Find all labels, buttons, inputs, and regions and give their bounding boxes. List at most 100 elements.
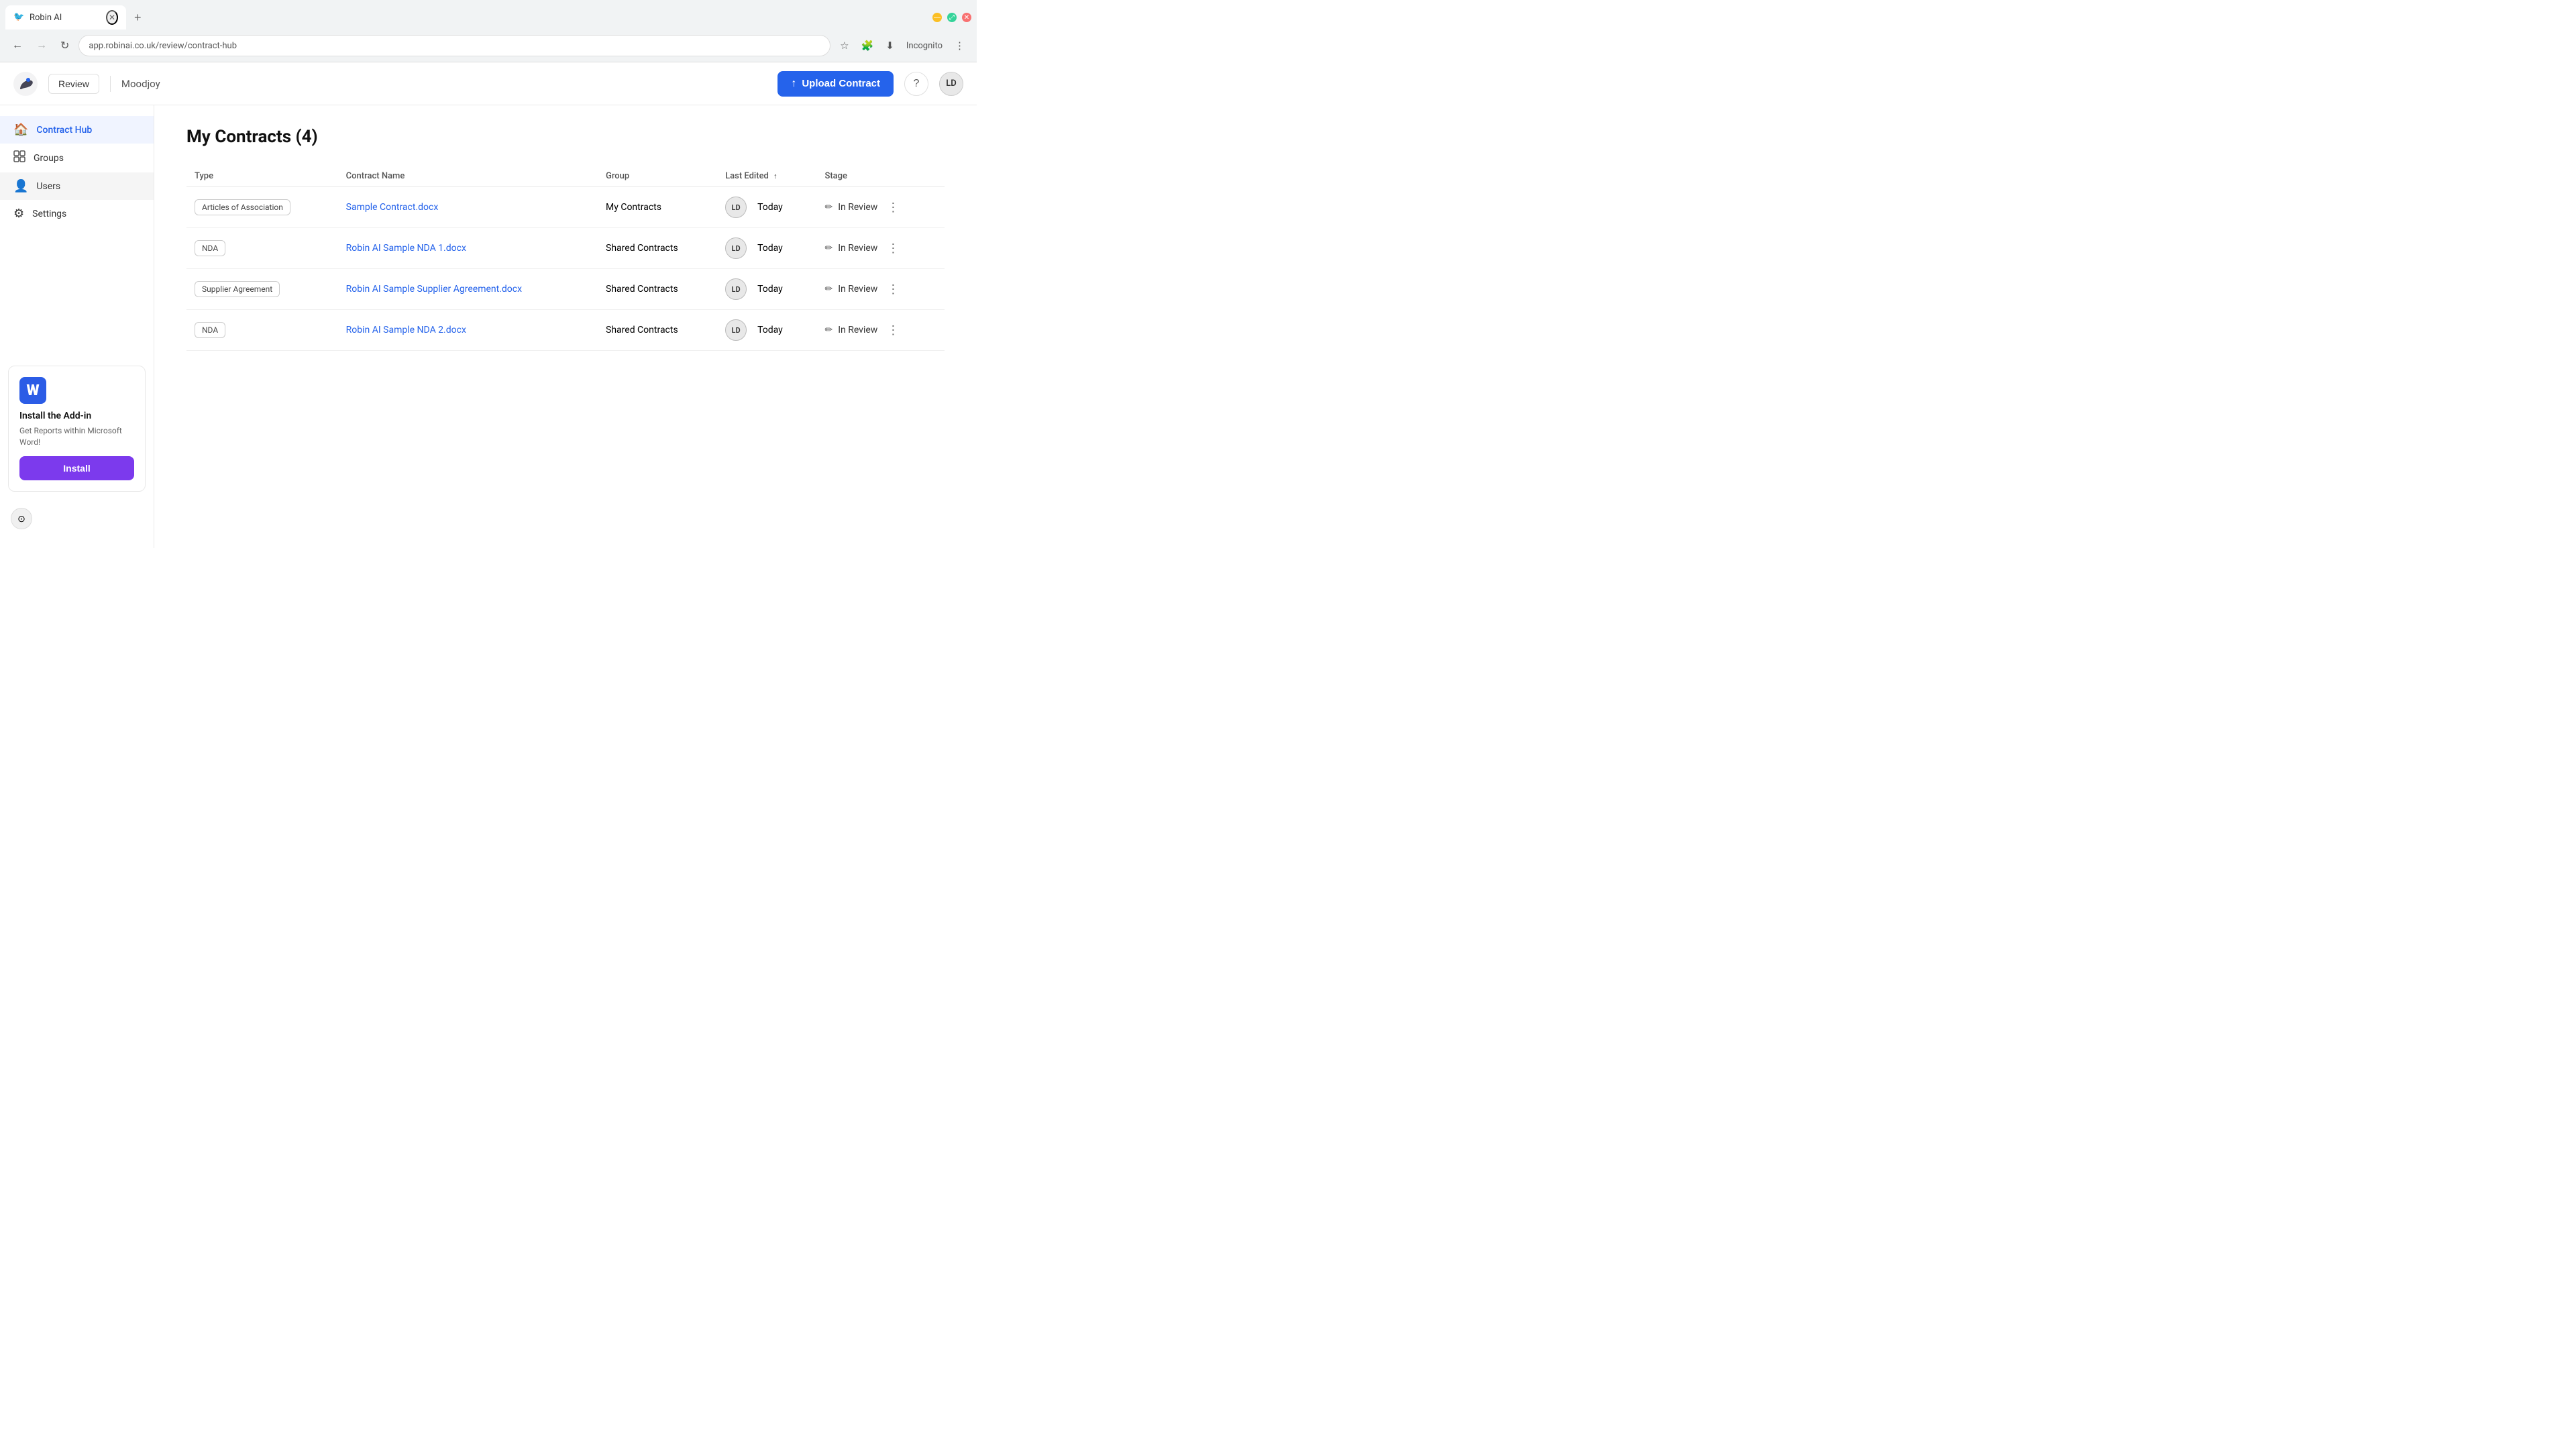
addin-description: Get Reports within Microsoft Word! — [19, 425, 134, 448]
last-edited-cell-1: LD Today — [725, 197, 808, 218]
reload-button[interactable]: ↻ — [56, 36, 73, 55]
stage-label-2: In Review — [838, 243, 877, 254]
table-row: Articles of Association Sample Contract.… — [186, 187, 945, 228]
user-avatar[interactable]: LD — [939, 72, 963, 96]
sidebar-item-groups[interactable]: Groups — [0, 144, 154, 172]
type-badge-4: NDA — [195, 322, 225, 338]
stage-label-4: In Review — [838, 325, 877, 335]
pencil-icon-3: ✏ — [824, 284, 833, 294]
tab-close-button[interactable]: ✕ — [106, 10, 118, 25]
page-title: My Contracts (4) — [186, 127, 945, 147]
contract-link-4[interactable]: Robin AI Sample NDA 2.docx — [346, 325, 466, 335]
sidebar-bottom-action-button[interactable]: ⊙ — [11, 508, 32, 529]
app-logo — [13, 72, 38, 96]
avatar-4: LD — [725, 319, 747, 341]
minimize-button[interactable]: — — [932, 13, 942, 22]
browser-toolbar: ← → ↻ app.robinai.co.uk/review/contract-… — [0, 30, 977, 62]
browser-chrome: 🐦 Robin AI ✕ + — ⤢ ✕ ← → ↻ app.robinai.c… — [0, 0, 977, 62]
toolbar-actions: ☆ 🧩 ⬇ Incognito ⋮ — [836, 37, 969, 54]
upload-contract-button[interactable]: ↑ Upload Contract — [777, 71, 894, 97]
cell-type-3: Supplier Agreement — [186, 269, 338, 310]
groups-icon — [13, 150, 25, 166]
help-button[interactable]: ? — [904, 72, 928, 96]
addin-title: Install the Add-in — [19, 411, 134, 421]
sidebar-label-settings: Settings — [32, 209, 66, 219]
new-tab-button[interactable]: + — [129, 8, 147, 28]
contracts-table: Type Contract Name Group Last Edited ↑ — [186, 166, 945, 351]
cell-type-4: NDA — [186, 310, 338, 351]
cell-edited-2: LD Today — [717, 228, 816, 269]
type-badge-2: NDA — [195, 240, 225, 256]
row-more-button-1[interactable]: ⋮ — [883, 199, 903, 216]
row-more-button-3[interactable]: ⋮ — [883, 281, 903, 298]
contract-link-2[interactable]: Robin AI Sample NDA 1.docx — [346, 243, 466, 254]
cell-group-2: Shared Contracts — [598, 228, 717, 269]
cell-group-3: Shared Contracts — [598, 269, 717, 310]
stage-label-3: In Review — [838, 284, 877, 294]
last-edited-cell-2: LD Today — [725, 237, 808, 259]
address-bar[interactable]: app.robinai.co.uk/review/contract-hub — [78, 35, 830, 56]
download-button[interactable]: ⬇ — [881, 37, 898, 54]
column-contract-name: Contract Name — [338, 166, 598, 187]
sidebar: 🏠 Contract Hub Groups 👤 — [0, 105, 154, 548]
extension-button[interactable]: 🧩 — [857, 37, 878, 54]
addin-panel: W Install the Add-in Get Reports within … — [8, 366, 146, 492]
cell-stage-1: ✏ In Review ⋮ — [816, 187, 945, 228]
sidebar-label-groups: Groups — [34, 153, 64, 164]
forward-button[interactable]: → — [32, 37, 51, 54]
cell-group-1: My Contracts — [598, 187, 717, 228]
table-row: Supplier Agreement Robin AI Sample Suppl… — [186, 269, 945, 310]
last-edited-cell-3: LD Today — [725, 278, 808, 300]
pencil-icon-4: ✏ — [824, 325, 833, 335]
cell-type-2: NDA — [186, 228, 338, 269]
edited-time-2: Today — [757, 243, 783, 254]
column-last-edited[interactable]: Last Edited ↑ — [717, 166, 816, 187]
upload-icon: ↑ — [791, 78, 796, 90]
app-container: Review Moodjoy ↑ Upload Contract ? LD 🏠 … — [0, 62, 977, 548]
back-button[interactable]: ← — [8, 37, 27, 54]
sidebar-nav: 🏠 Contract Hub Groups 👤 — [0, 116, 154, 358]
sidebar-item-contract-hub[interactable]: 🏠 Contract Hub — [0, 116, 154, 144]
contract-link-1[interactable]: Sample Contract.docx — [346, 202, 439, 213]
settings-icon: ⚙ — [13, 207, 24, 221]
menu-button[interactable]: ⋮ — [951, 37, 969, 54]
contract-link-3[interactable]: Robin AI Sample Supplier Agreement.docx — [346, 284, 522, 294]
sidebar-item-settings[interactable]: ⚙ Settings — [0, 200, 154, 227]
logo-icon — [13, 72, 38, 96]
active-tab[interactable]: 🐦 Robin AI ✕ — [5, 5, 126, 30]
company-name: Moodjoy — [121, 78, 160, 90]
stage-cell-4: ✏ In Review ⋮ — [824, 322, 936, 339]
row-more-button-2[interactable]: ⋮ — [883, 240, 903, 257]
addin-install-button[interactable]: Install — [19, 456, 134, 480]
pencil-icon-2: ✏ — [824, 243, 833, 254]
bookmark-button[interactable]: ☆ — [836, 37, 853, 54]
last-edited-cell-4: LD Today — [725, 319, 808, 341]
sort-icon: ↑ — [773, 172, 777, 180]
cell-type-1: Articles of Association — [186, 187, 338, 228]
edited-time-1: Today — [757, 202, 783, 213]
table-row: NDA Robin AI Sample NDA 2.docx Shared Co… — [186, 310, 945, 351]
cell-stage-3: ✏ In Review ⋮ — [816, 269, 945, 310]
stage-cell-2: ✏ In Review ⋮ — [824, 240, 936, 257]
cell-name-1: Sample Contract.docx — [338, 187, 598, 228]
sidebar-label-contract-hub: Contract Hub — [36, 125, 92, 136]
incognito-label: Incognito — [902, 41, 947, 51]
avatar-3: LD — [725, 278, 747, 300]
cell-edited-4: LD Today — [717, 310, 816, 351]
header-divider — [110, 76, 111, 92]
cell-group-4: Shared Contracts — [598, 310, 717, 351]
avatar-2: LD — [725, 237, 747, 259]
app-header: Review Moodjoy ↑ Upload Contract ? LD — [0, 62, 977, 105]
main-content: My Contracts (4) Type Contract Name Grou… — [154, 105, 977, 548]
url-text: app.robinai.co.uk/review/contract-hub — [89, 41, 237, 51]
review-button[interactable]: Review — [48, 74, 99, 94]
column-stage: Stage — [816, 166, 945, 187]
row-more-button-4[interactable]: ⋮ — [883, 322, 903, 339]
sidebar-label-users: Users — [36, 181, 60, 192]
close-window-button[interactable]: ✕ — [962, 13, 971, 22]
cell-name-3: Robin AI Sample Supplier Agreement.docx — [338, 269, 598, 310]
cell-stage-2: ✏ In Review ⋮ — [816, 228, 945, 269]
cell-edited-1: LD Today — [717, 187, 816, 228]
sidebar-item-users[interactable]: 👤 Users — [0, 172, 154, 200]
maximize-button[interactable]: ⤢ — [947, 13, 957, 22]
